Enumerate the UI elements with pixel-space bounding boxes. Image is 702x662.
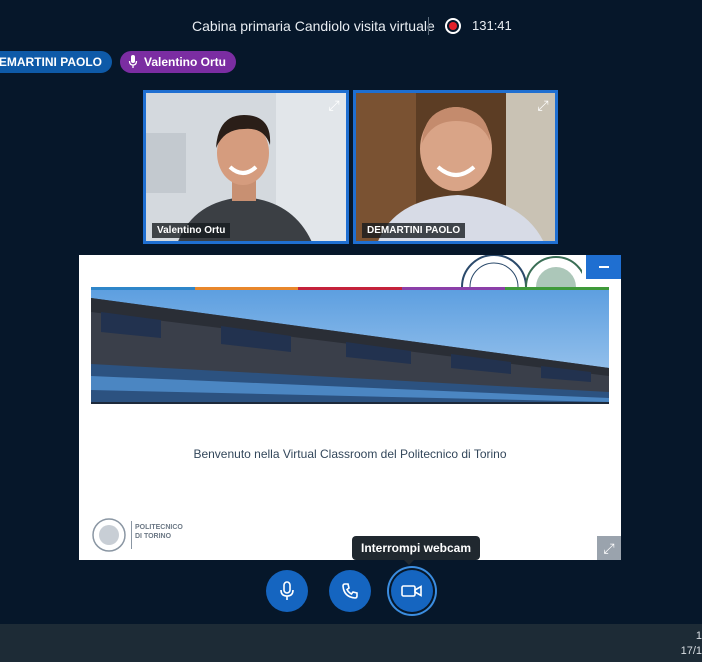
clock-date: 17/1 [680,645,702,657]
os-taskbar: 1 17/1 [0,624,702,662]
webcam-tooltip: Interrompi webcam [352,536,481,565]
expand-icon[interactable]: ⤢ [597,536,621,560]
microphone-icon [280,581,294,600]
webcam-feed-ortu [146,93,346,241]
session-header: Cabina primaria Candiolo visita virtuale… [0,0,702,50]
webcam-icon [401,585,422,597]
video-name-tag: Valentino Ortu [152,223,231,238]
recording-timer: 131:41 [472,18,512,33]
collapse-presentation-button[interactable] [586,255,621,279]
logo-text: POLITECNICO DI TORINO [135,523,183,541]
video-tile-demartini[interactable]: ⤢ DEMARTINI PAOLO [353,90,558,244]
participant-name: DEMARTINI PAOLO [0,55,102,69]
video-tile-ortu[interactable]: ⤢ Valentino Ortu [143,90,349,244]
session-title: Cabina primaria Candiolo visita virtuale [192,18,435,34]
video-name-tag: DEMARTINI PAOLO [362,223,466,238]
hangup-button[interactable] [329,570,371,612]
expand-icon[interactable]: ⤢ [326,97,342,113]
participant-name: Valentino Ortu [144,55,227,69]
politecnico-logo: POLITECNICO DI TORINO [91,517,191,553]
building-photo [91,290,609,404]
logo-text-line1: POLITECNICO [135,524,183,531]
phone-icon [342,583,358,599]
logo-divider [131,521,132,549]
microphone-button[interactable] [266,570,308,612]
microphone-icon [128,55,138,68]
system-clock[interactable]: 1 17/1 [681,629,702,659]
expand-icon[interactable]: ⤢ [535,97,551,113]
presentation-slide: Benvenuto nella Virtual Classroom del Po… [79,255,621,560]
seal-icon [92,518,126,552]
webcam-feed-demartini [356,93,555,241]
record-icon[interactable] [445,18,461,34]
logo-text-line2: DI TORINO [135,533,172,540]
participant-pill-ortu[interactable]: Valentino Ortu [120,51,237,73]
welcome-text: Benvenuto nella Virtual Classroom del Po… [193,447,507,461]
clock-time: 1 [695,630,702,642]
webcam-button[interactable] [391,570,433,612]
header-divider [428,17,429,35]
participant-pill-demartini[interactable]: DEMARTINI PAOLO [0,51,112,73]
politecnico-seal-logo [461,255,582,289]
